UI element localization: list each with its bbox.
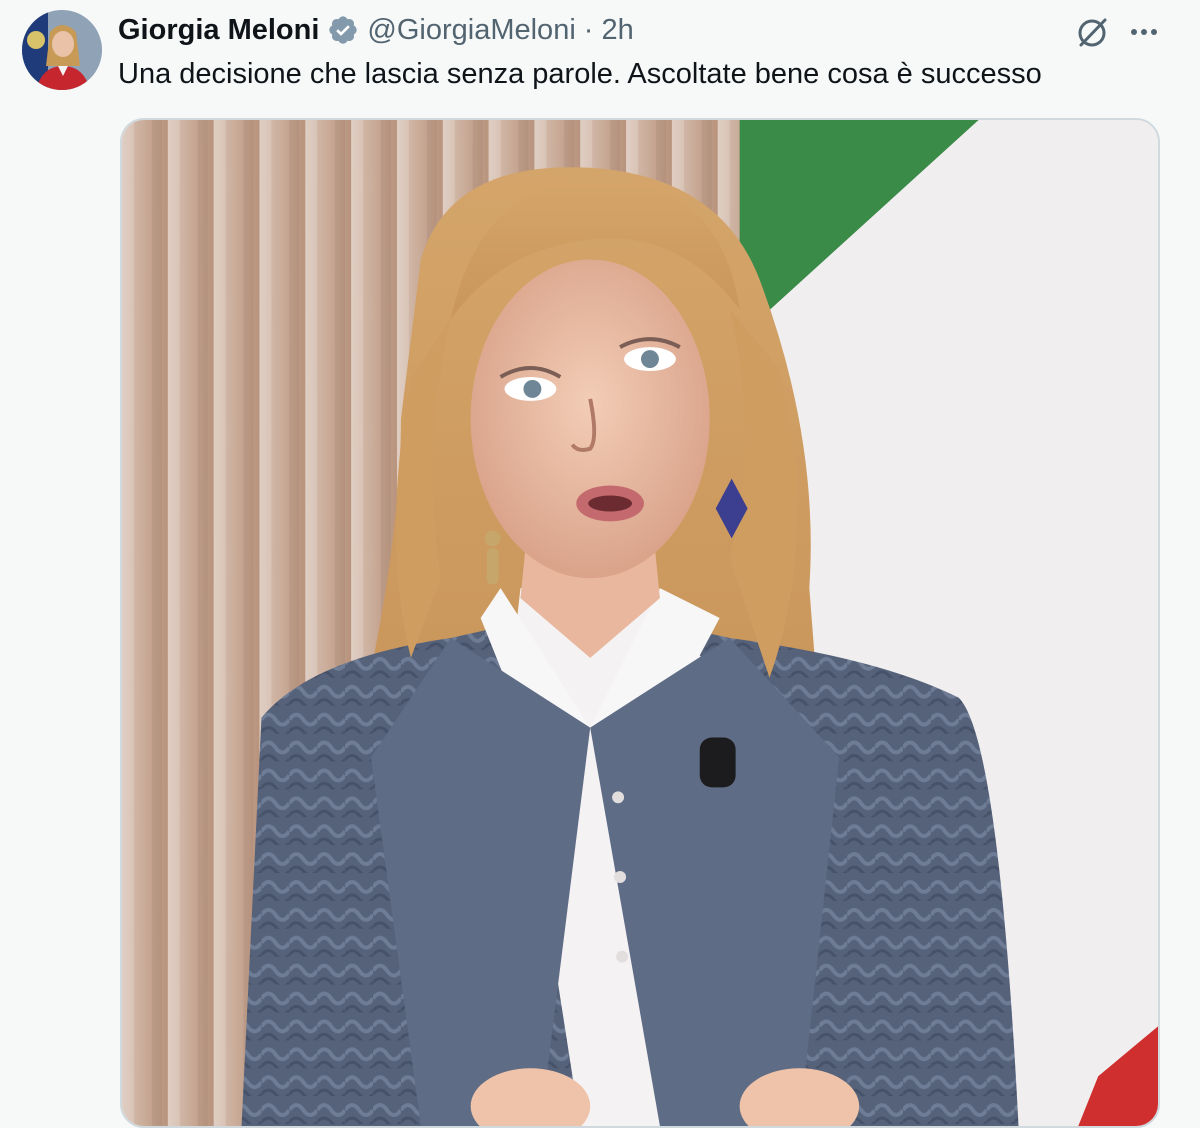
grok-icon[interactable] <box>1072 12 1112 52</box>
header-separator: · <box>583 13 594 46</box>
more-options-button[interactable] <box>1124 12 1164 52</box>
verified-badge-icon[interactable] <box>327 14 359 46</box>
post-header: Giorgia Meloni @GiorgiaMeloni · 2h <box>118 12 634 48</box>
author-handle[interactable]: @GiorgiaMeloni <box>367 14 575 47</box>
post-timestamp[interactable]: 2h <box>601 14 633 47</box>
avatar-photo-icon <box>22 10 102 90</box>
post-text: Una decisione che lascia senza parole. A… <box>118 58 1042 90</box>
post-media-video[interactable] <box>120 118 1160 1128</box>
author-avatar[interactable] <box>22 10 102 90</box>
tweet[interactable]: Giorgia Meloni @GiorgiaMeloni · 2h Una d… <box>0 0 1200 1128</box>
more-dots-icon <box>1131 29 1157 35</box>
video-frame-icon <box>122 120 1158 1126</box>
author-display-name[interactable]: Giorgia Meloni <box>118 14 319 47</box>
